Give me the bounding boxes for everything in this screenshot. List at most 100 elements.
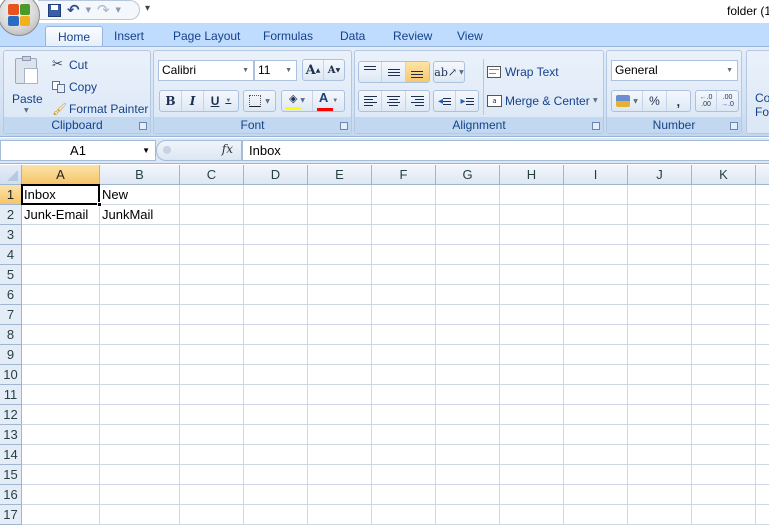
cell-a13[interactable] <box>22 425 100 445</box>
cell-i7[interactable] <box>564 305 628 325</box>
cell-next12[interactable] <box>756 405 769 425</box>
cell-h6[interactable] <box>500 285 564 305</box>
cell-d9[interactable] <box>244 345 308 365</box>
cell-h8[interactable] <box>500 325 564 345</box>
row-header-5[interactable]: 5 <box>0 265 22 285</box>
fill-handle[interactable] <box>97 202 102 207</box>
cell-h1[interactable] <box>500 185 564 205</box>
cell-c6[interactable] <box>180 285 244 305</box>
cell-c16[interactable] <box>180 485 244 505</box>
cell-c13[interactable] <box>180 425 244 445</box>
cell-d8[interactable] <box>244 325 308 345</box>
cell-d14[interactable] <box>244 445 308 465</box>
cell-a7[interactable] <box>22 305 100 325</box>
tab-review[interactable]: Review <box>393 27 432 47</box>
cell-j12[interactable] <box>628 405 692 425</box>
cell-e17[interactable] <box>308 505 372 525</box>
cell-g1[interactable] <box>436 185 500 205</box>
cell-c5[interactable] <box>180 265 244 285</box>
cell-i14[interactable] <box>564 445 628 465</box>
top-align-button[interactable] <box>359 62 383 82</box>
cell-g3[interactable] <box>436 225 500 245</box>
cell-k9[interactable] <box>692 345 756 365</box>
formula-input[interactable]: Inbox <box>242 140 769 161</box>
cell-i1[interactable] <box>564 185 628 205</box>
cell-c1[interactable] <box>180 185 244 205</box>
column-header-d[interactable]: D <box>244 165 308 185</box>
merge-center-button[interactable]: a Merge & Center ▼ <box>487 93 602 111</box>
cell-i6[interactable] <box>564 285 628 305</box>
cell-a4[interactable] <box>22 245 100 265</box>
cell-c2[interactable] <box>180 205 244 225</box>
cell-f3[interactable] <box>372 225 436 245</box>
cell-d2[interactable] <box>244 205 308 225</box>
cell-g7[interactable] <box>436 305 500 325</box>
cell-f12[interactable] <box>372 405 436 425</box>
cell-i9[interactable] <box>564 345 628 365</box>
cell-b1[interactable]: New <box>100 185 180 205</box>
cell-d3[interactable] <box>244 225 308 245</box>
cell-a3[interactable] <box>22 225 100 245</box>
cell-next13[interactable] <box>756 425 769 445</box>
bold-button[interactable]: B <box>160 91 182 111</box>
cell-j16[interactable] <box>628 485 692 505</box>
cell-k1[interactable] <box>692 185 756 205</box>
cell-a8[interactable] <box>22 325 100 345</box>
cell-g10[interactable] <box>436 365 500 385</box>
cell-c4[interactable] <box>180 245 244 265</box>
cell-c12[interactable] <box>180 405 244 425</box>
orientation-button[interactable]: ab↗ ▼ <box>433 61 465 83</box>
alignment-dialog-launcher[interactable] <box>592 122 600 130</box>
italic-button[interactable]: I <box>182 91 204 111</box>
cell-k15[interactable] <box>692 465 756 485</box>
cell-e10[interactable] <box>308 365 372 385</box>
cell-i3[interactable] <box>564 225 628 245</box>
select-all-button[interactable] <box>0 165 22 185</box>
cell-h11[interactable] <box>500 385 564 405</box>
cell-k8[interactable] <box>692 325 756 345</box>
tab-formulas[interactable]: Formulas <box>263 27 313 47</box>
cell-b12[interactable] <box>100 405 180 425</box>
row-header-15[interactable]: 15 <box>0 465 22 485</box>
middle-align-button[interactable] <box>382 62 406 82</box>
align-right-button[interactable] <box>406 91 429 111</box>
cell-i13[interactable] <box>564 425 628 445</box>
cell-a14[interactable] <box>22 445 100 465</box>
cell-f10[interactable] <box>372 365 436 385</box>
cell-k3[interactable] <box>692 225 756 245</box>
cell-next5[interactable] <box>756 265 769 285</box>
cell-k10[interactable] <box>692 365 756 385</box>
row-header-8[interactable]: 8 <box>0 325 22 345</box>
cell-a5[interactable] <box>22 265 100 285</box>
column-header-f[interactable]: F <box>372 165 436 185</box>
row-header-1[interactable]: 1 <box>0 185 22 205</box>
cell-g4[interactable] <box>436 245 500 265</box>
cell-f14[interactable] <box>372 445 436 465</box>
cell-h2[interactable] <box>500 205 564 225</box>
cell-b9[interactable] <box>100 345 180 365</box>
cell-j11[interactable] <box>628 385 692 405</box>
row-header-16[interactable]: 16 <box>0 485 22 505</box>
cell-h14[interactable] <box>500 445 564 465</box>
cell-d5[interactable] <box>244 265 308 285</box>
cell-d4[interactable] <box>244 245 308 265</box>
cell-e6[interactable] <box>308 285 372 305</box>
cell-h4[interactable] <box>500 245 564 265</box>
tab-home[interactable]: Home <box>45 26 104 48</box>
cell-d15[interactable] <box>244 465 308 485</box>
bottom-align-button[interactable] <box>405 62 429 82</box>
cell-g16[interactable] <box>436 485 500 505</box>
font-dialog-launcher[interactable] <box>340 122 348 130</box>
cell-k2[interactable] <box>692 205 756 225</box>
cell-a17[interactable] <box>22 505 100 525</box>
number-format-combo[interactable]: General ▼ <box>611 60 738 81</box>
cell-f7[interactable] <box>372 305 436 325</box>
cell-b15[interactable] <box>100 465 180 485</box>
cell-g13[interactable] <box>436 425 500 445</box>
cell-next9[interactable] <box>756 345 769 365</box>
cell-c11[interactable] <box>180 385 244 405</box>
cell-b6[interactable] <box>100 285 180 305</box>
cell-c8[interactable] <box>180 325 244 345</box>
cell-k16[interactable] <box>692 485 756 505</box>
cell-i11[interactable] <box>564 385 628 405</box>
